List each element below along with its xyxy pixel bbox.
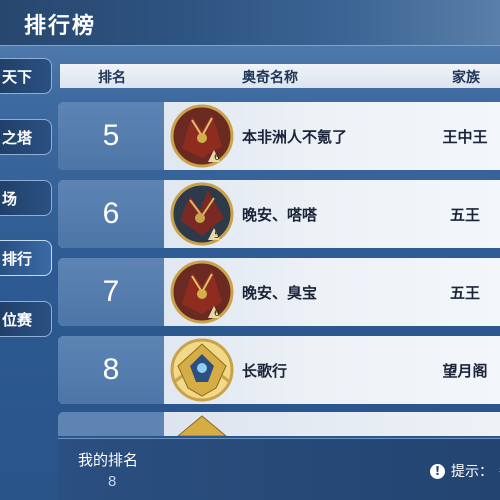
pet-avatar-icon: 6 bbox=[170, 260, 234, 324]
table-row[interactable]: 7 6 晚安、臭宝 五王 bbox=[58, 258, 500, 326]
rank-number: 7 bbox=[58, 258, 164, 326]
family-name: 望月阁 bbox=[442, 362, 488, 380]
sidebar-tab-5[interactable]: 位赛 bbox=[0, 301, 52, 337]
sidebar-tab-2[interactable]: 之塔 bbox=[0, 119, 52, 155]
sidebar-tab-label: 排行 bbox=[2, 249, 33, 268]
column-header-family: 家族 bbox=[452, 70, 480, 86]
pet-avatar-icon: 6 bbox=[170, 104, 234, 168]
page-title: 排行榜 bbox=[24, 14, 97, 39]
exclamation-icon: ! bbox=[430, 463, 445, 479]
pet-name: 晚安、嗒嗒 bbox=[242, 206, 318, 224]
rank-number: 8 bbox=[58, 336, 164, 404]
my-rank-value: 8 bbox=[108, 473, 117, 490]
pet-name: 晚安、臭宝 bbox=[242, 284, 318, 302]
column-header-name: 奥奇名称 bbox=[242, 70, 298, 86]
pet-name: 本非洲人不氪了 bbox=[242, 128, 348, 146]
my-rank-label: 我的排名 bbox=[78, 451, 139, 469]
level-badge: 6 bbox=[214, 309, 220, 319]
rank-cell-partial bbox=[58, 412, 164, 436]
sidebar-tab-3[interactable]: 场 bbox=[0, 180, 52, 216]
hint[interactable]: ! 提示：每 bbox=[430, 461, 500, 481]
family-name: 五王 bbox=[449, 206, 480, 224]
sidebar-tab-label: 位赛 bbox=[2, 310, 33, 329]
table-row[interactable]: 8 长歌行 望月阁 bbox=[58, 336, 500, 404]
pet-avatar-icon bbox=[177, 415, 227, 436]
rank-number: 5 bbox=[58, 102, 164, 170]
family-name: 王中王 bbox=[442, 128, 488, 146]
hint-label: 提示： bbox=[451, 464, 493, 480]
level-badge: 5 bbox=[214, 231, 220, 241]
pet-avatar-icon bbox=[170, 338, 234, 402]
rank-number: 6 bbox=[58, 180, 164, 248]
sidebar-tab-label: 之塔 bbox=[2, 128, 33, 147]
column-header-rank: 排名 bbox=[98, 70, 126, 86]
family-name: 五王 bbox=[449, 284, 480, 302]
sidebar-tab-1[interactable]: 天下 bbox=[0, 58, 52, 94]
table-header: 排名 奥奇名称 家族 bbox=[60, 64, 500, 88]
pet-name: 长歌行 bbox=[242, 362, 288, 380]
table-row[interactable]: 6 5 晚安、嗒嗒 五王 bbox=[58, 180, 500, 248]
level-badge: 6 bbox=[214, 153, 220, 163]
my-rank-panel: 我的排名 8 ! 提示：每 bbox=[58, 438, 500, 500]
sidebar-tab-label: 天下 bbox=[2, 67, 33, 86]
table-row-partial bbox=[58, 412, 500, 436]
sidebar-tab-label: 场 bbox=[2, 189, 18, 208]
top-bar: 排行榜 bbox=[0, 0, 500, 46]
pet-avatar-icon: 5 bbox=[170, 182, 234, 246]
sidebar-tab-ranking[interactable]: 排行 bbox=[0, 240, 52, 276]
table-row[interactable]: 5 6 本非洲人不氪了 王中王 bbox=[58, 102, 500, 170]
